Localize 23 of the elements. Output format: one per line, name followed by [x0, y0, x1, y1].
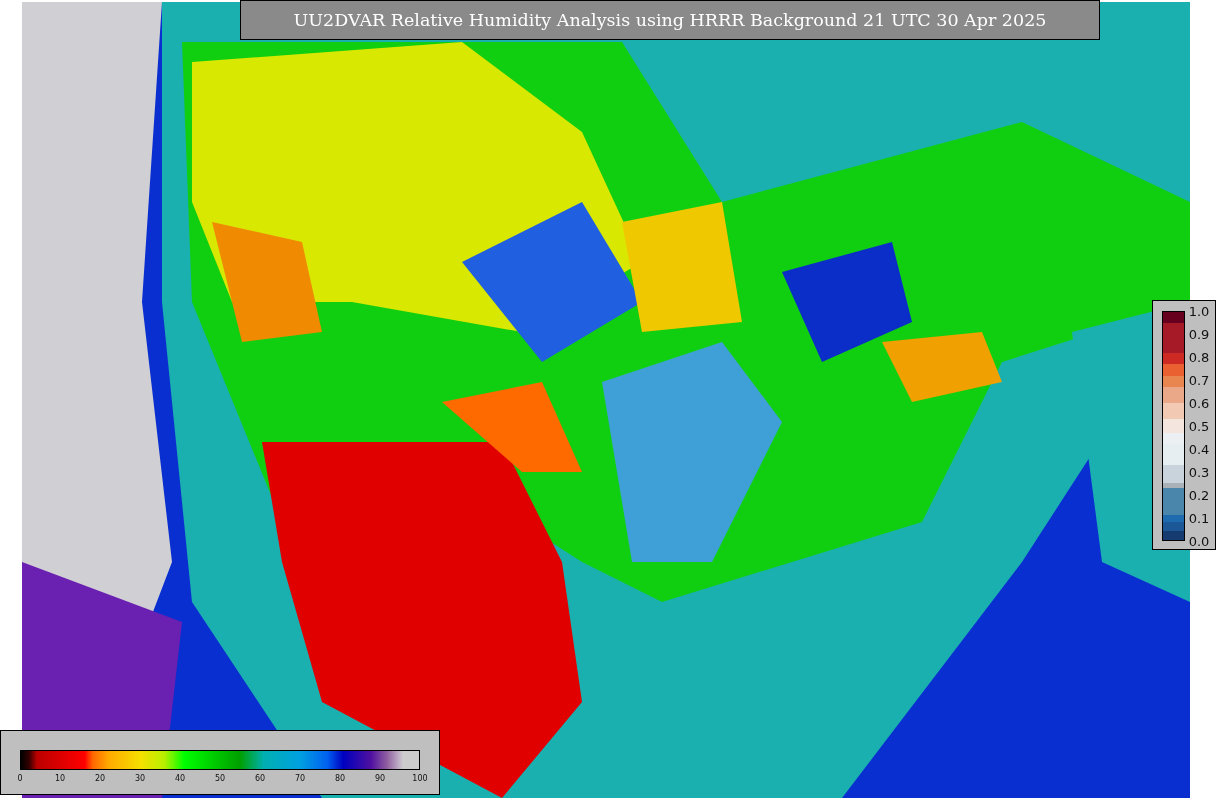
- tick-label: 0.6: [1188, 395, 1210, 411]
- tick-label: 50: [214, 774, 226, 783]
- tick-label: 0.7: [1188, 372, 1210, 388]
- tick-label: 0: [17, 774, 23, 783]
- tick-label: 70: [294, 774, 306, 783]
- tick-label: 0.5: [1188, 418, 1210, 434]
- tick-label: 0.2: [1188, 487, 1210, 503]
- tick-label: 0.0: [1188, 533, 1210, 549]
- tick-label: 1.0: [1188, 303, 1210, 319]
- tick-label: 30: [134, 774, 146, 783]
- tick-label: 0.9: [1188, 326, 1210, 342]
- tick-label: 0.3: [1188, 464, 1210, 480]
- tick-label: 0.1: [1188, 510, 1210, 526]
- tick-label: 0.8: [1188, 349, 1210, 365]
- tick-label: 80: [334, 774, 346, 783]
- tick-label: 10: [54, 774, 66, 783]
- tick-label: 20: [94, 774, 106, 783]
- tick-label: 60: [254, 774, 266, 783]
- map-title: UU2DVAR Relative Humidity Analysis using HRRR Background 21 UTC 30 Apr 2025: [240, 0, 1100, 40]
- tick-label: 90: [374, 774, 386, 783]
- tick-label: 0.4: [1188, 441, 1210, 457]
- tick-label: 40: [174, 774, 186, 783]
- tick-label: 100: [412, 774, 428, 783]
